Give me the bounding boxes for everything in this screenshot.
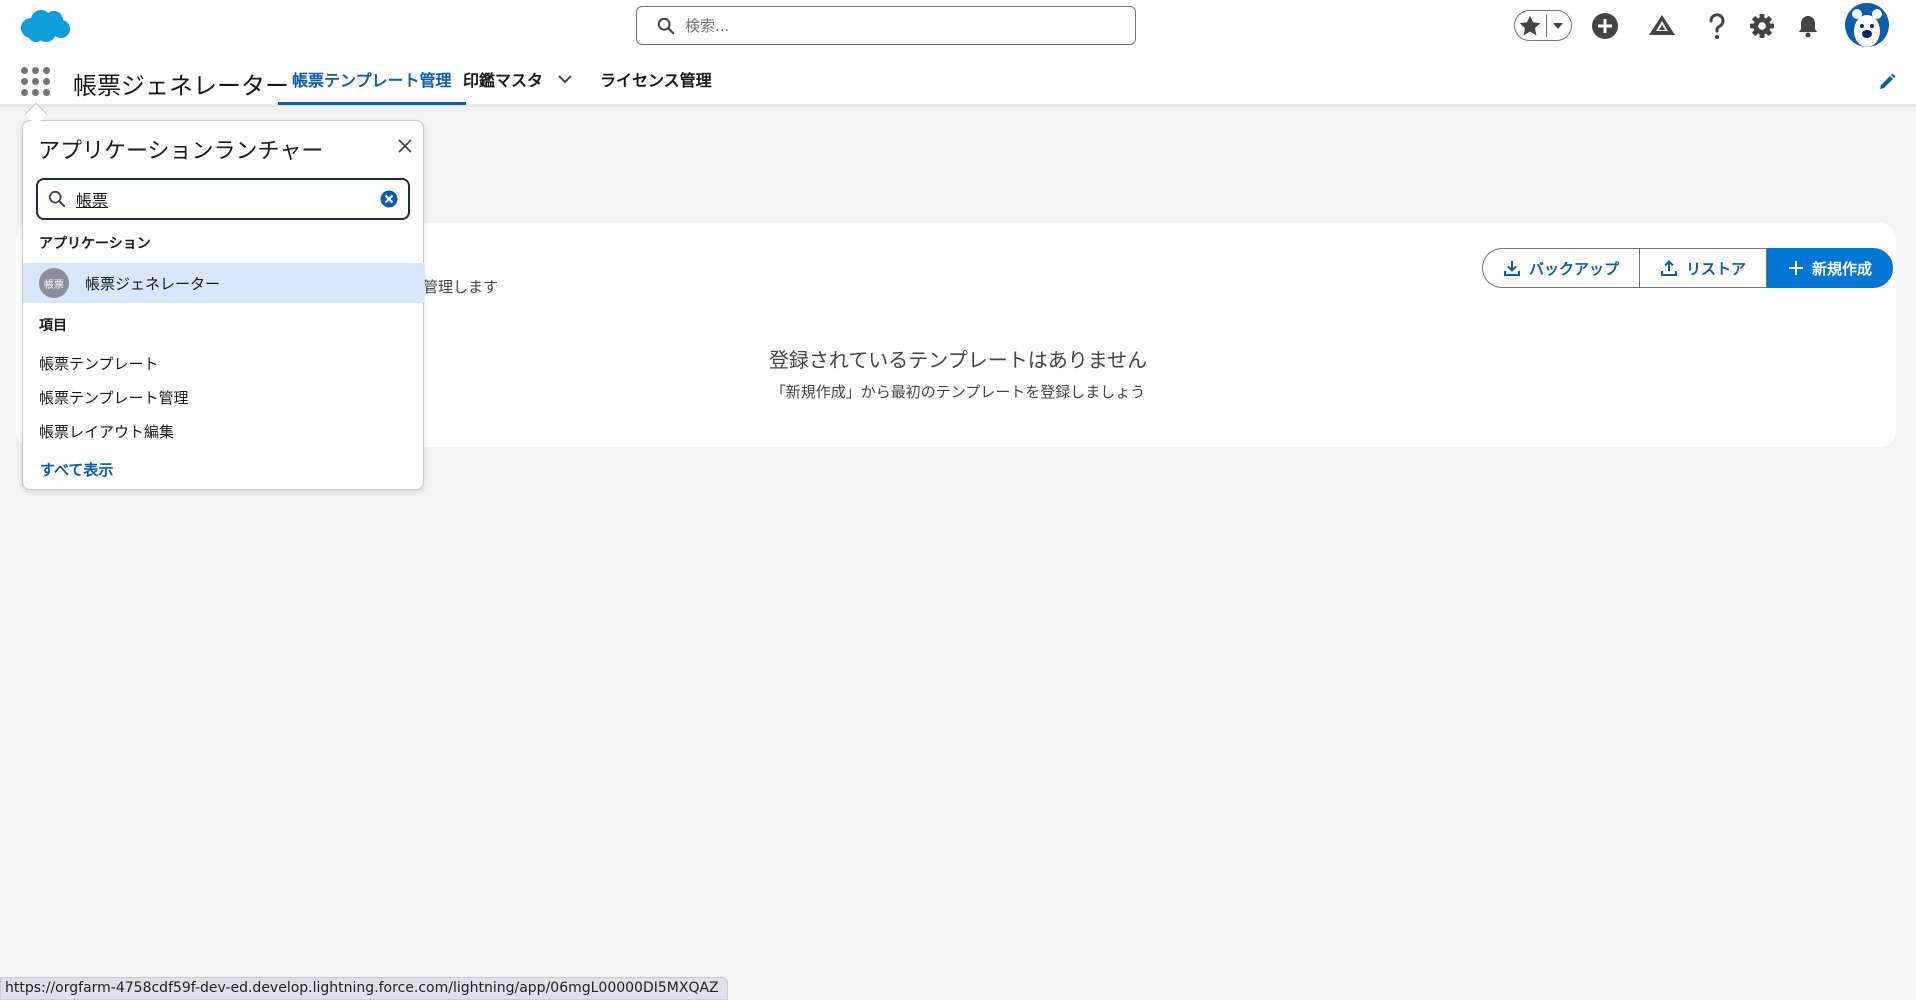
items-section-label: 項目: [39, 318, 67, 334]
add-icon: [1789, 261, 1804, 275]
download-icon: [1504, 261, 1520, 276]
launcher-search-input[interactable]: 帳票: [36, 178, 410, 220]
tab-seal-master[interactable]: 印鑑マスタ: [463, 52, 573, 105]
launcher-app-label: 帳票ジェネレーター: [85, 274, 221, 293]
app-name: 帳票ジェネレーター: [73, 72, 289, 100]
app-launcher-popover: アプリケーションランチャー 帳票 アプリケーション 帳票 帳票ジェネレーター 項…: [22, 120, 425, 490]
close-icon[interactable]: [393, 134, 417, 158]
launcher-title: アプリケーションランチャー: [38, 139, 324, 164]
upload-icon: [1661, 260, 1678, 276]
tab-label: 印鑑マスタ: [463, 70, 544, 90]
add-icon[interactable]: [1590, 11, 1620, 41]
trailhead-icon[interactable]: [1647, 11, 1677, 41]
user-avatar[interactable]: [1845, 3, 1889, 47]
launcher-item[interactable]: 帳票テンプレート: [39, 353, 159, 374]
chevron-down-icon[interactable]: [1550, 18, 1566, 34]
search-placeholder: 検索...: [685, 17, 730, 35]
tab-label: ライセンス管理: [600, 70, 712, 90]
favorites-button-group[interactable]: [1514, 10, 1572, 41]
apps-section-label: アプリケーション: [39, 236, 151, 252]
search-icon: [48, 190, 66, 208]
launcher-item[interactable]: 帳票レイアウト編集: [39, 421, 174, 442]
favorites-star-icon[interactable]: [1517, 13, 1543, 39]
launcher-search-value: 帳票: [76, 191, 109, 210]
setup-gear-icon[interactable]: [1747, 11, 1777, 41]
show-all-link[interactable]: すべて表示: [40, 459, 113, 480]
backup-button[interactable]: バックアップ: [1482, 248, 1641, 288]
salesforce-logo-icon[interactable]: [16, 6, 72, 46]
tab-label: 帳票テンプレート管理: [292, 70, 452, 90]
new-button-label: 新規作成: [1812, 259, 1873, 278]
notifications-bell-icon[interactable]: [1793, 11, 1823, 41]
chevron-down-icon[interactable]: [557, 71, 573, 87]
card-action-buttons: バックアップ リストア 新規作成: [1482, 248, 1894, 288]
app-navigation-bar: 帳票ジェネレーター 帳票テンプレート管理 印鑑マスタ ライセンス管理: [0, 52, 1916, 107]
tab-license-management[interactable]: ライセンス管理: [600, 52, 712, 105]
global-search-input[interactable]: 検索...: [636, 6, 1136, 45]
status-bar-url: https://orgfarm-4758cdf59f-dev-ed.develo…: [0, 977, 728, 1000]
launcher-item[interactable]: 帳票テンプレート管理: [39, 387, 189, 408]
help-icon[interactable]: [1702, 11, 1732, 41]
new-button[interactable]: 新規作成: [1767, 248, 1894, 288]
restore-button[interactable]: リストア: [1640, 248, 1768, 288]
launcher-app-item[interactable]: 帳票 帳票ジェネレーター: [23, 263, 425, 303]
app-badge: 帳票: [39, 268, 69, 298]
global-header: 検索...: [0, 0, 1916, 52]
clear-search-icon[interactable]: [380, 190, 398, 208]
card-description: 管理します: [423, 278, 499, 296]
search-icon: [657, 17, 675, 34]
tab-template-management[interactable]: 帳票テンプレート管理: [278, 52, 466, 105]
backup-button-label: バックアップ: [1529, 259, 1620, 278]
restore-button-label: リストア: [1686, 259, 1747, 278]
app-launcher-waffle-icon[interactable]: [20, 66, 50, 96]
edit-nav-pencil-icon[interactable]: [1877, 72, 1897, 92]
